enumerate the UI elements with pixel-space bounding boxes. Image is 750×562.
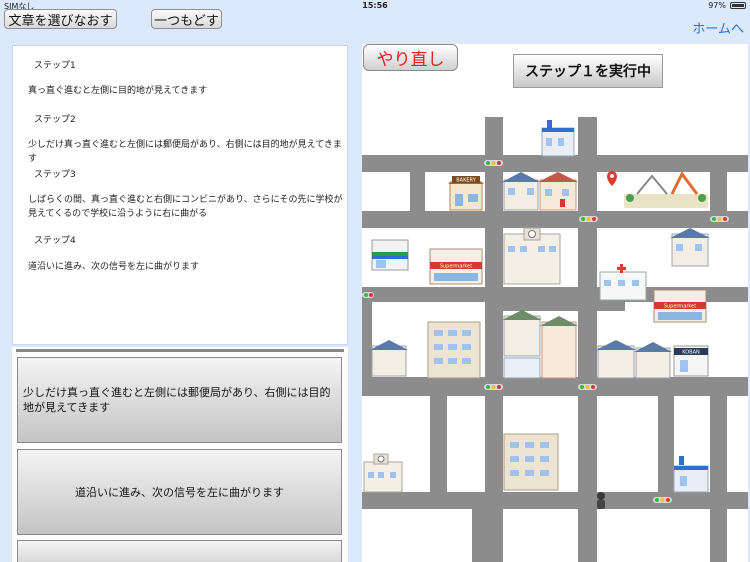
- road-v-short6: [472, 509, 490, 562]
- traffic-light-icon: [362, 292, 374, 298]
- step-1-text: 真っ直ぐ進むと左側に目的地が見えてきます: [28, 86, 208, 96]
- step-2-title: ステップ2: [34, 115, 76, 125]
- road-v2: [578, 117, 597, 562]
- road-v-short4: [710, 172, 727, 212]
- apartments-right: [596, 340, 672, 379]
- road-h2: [362, 211, 748, 228]
- person-icon: [597, 492, 605, 509]
- road-h4: [362, 377, 748, 396]
- battery-percent: 97%: [708, 1, 726, 10]
- houses-right: [670, 228, 710, 267]
- playground: [624, 171, 708, 208]
- supermarket-sign-2: Supermarket: [664, 304, 696, 310]
- houses-center-lower: [502, 310, 578, 379]
- police-box-top: [541, 120, 575, 157]
- road-h1: [362, 155, 748, 172]
- battery-fill: [732, 4, 744, 7]
- houses-row-top: [502, 172, 578, 211]
- police-box-bottom: [673, 456, 709, 493]
- choice-card-3[interactable]: [17, 540, 342, 562]
- battery-icon: [730, 2, 746, 9]
- road-edge: [362, 302, 372, 377]
- step-4-title: ステップ4: [34, 236, 76, 246]
- status-right: 97%: [708, 1, 746, 10]
- step-3-text: しばらくの間、真っ直ぐ進むと右側にコンビニがあり、さらにその先に学校が見えてくる…: [28, 195, 343, 219]
- hospital: [599, 264, 647, 301]
- choice-card-1[interactable]: 少しだけ真っ直ぐ進むと左側には郵便局があり、右側には目的地が見えてきます: [17, 357, 342, 443]
- traffic-light-icon: [653, 497, 672, 503]
- supermarket-2: Supermarket: [653, 289, 707, 323]
- choices-divider: [16, 349, 344, 352]
- map-panel: BAKERY Supermarket Supermarket KOBAN やり直…: [362, 44, 748, 562]
- road-h5: [362, 492, 748, 509]
- bakery-sign: BAKERY: [456, 178, 476, 184]
- step-3-title: ステップ3: [34, 170, 76, 180]
- traffic-light-icon: [484, 384, 503, 390]
- road-v-short5: [710, 396, 727, 562]
- road-v-short1: [410, 172, 425, 212]
- choices-panel: 少しだけ真っ直ぐ進むと左側には郵便局があり、右側には目的地が見えてきます 道沿い…: [12, 347, 348, 562]
- step-1-title: ステップ1: [34, 61, 76, 71]
- supermarket-1: Supermarket: [429, 248, 483, 285]
- road-v1: [485, 117, 503, 562]
- destination-marker: [607, 171, 617, 186]
- choice-card-2[interactable]: 道沿いに進み、次の信号を左に曲がります: [17, 449, 342, 535]
- road-v-short2: [430, 396, 447, 492]
- apartment-bottom: [503, 433, 559, 491]
- step-2-text: 少しだけ真っ直ぐ進むと左側には郵便局があり、右側には目的地が見えてきます: [28, 140, 342, 164]
- school-bottom-left: [363, 453, 403, 493]
- step-status-label: ステップ１を実行中: [513, 54, 663, 88]
- home-link[interactable]: ホームへ: [692, 18, 744, 37]
- traffic-light-icon: [579, 216, 598, 222]
- koban: KOBAN: [673, 345, 709, 377]
- school-center: [503, 227, 561, 285]
- traffic-light-icon: [710, 216, 729, 222]
- convenience-store: [371, 239, 409, 271]
- undo-one-button[interactable]: 一つもどす: [151, 9, 222, 29]
- supermarket-sign-1: Supermarket: [440, 264, 472, 270]
- bakery: BAKERY: [448, 176, 484, 211]
- traffic-light-icon: [484, 160, 503, 166]
- choose-sentence-again-button[interactable]: 文章を選びなおす: [4, 9, 117, 29]
- koban-sign: KOBAN: [682, 350, 700, 356]
- road-v-short3: [658, 396, 674, 492]
- apartments-left: [370, 321, 481, 379]
- step-4-text: 道沿いに進み、次の信号を左に曲がります: [28, 262, 200, 272]
- road-mid: [485, 302, 625, 311]
- traffic-light-icon: [578, 384, 597, 390]
- town-map: BAKERY Supermarket Supermarket KOBAN: [362, 117, 748, 562]
- steps-panel: ステップ1 真っ直ぐ進むと左側に目的地が見えてきます ステップ2 少しだけ真っ直…: [12, 45, 348, 345]
- redo-button[interactable]: やり直し: [363, 44, 458, 71]
